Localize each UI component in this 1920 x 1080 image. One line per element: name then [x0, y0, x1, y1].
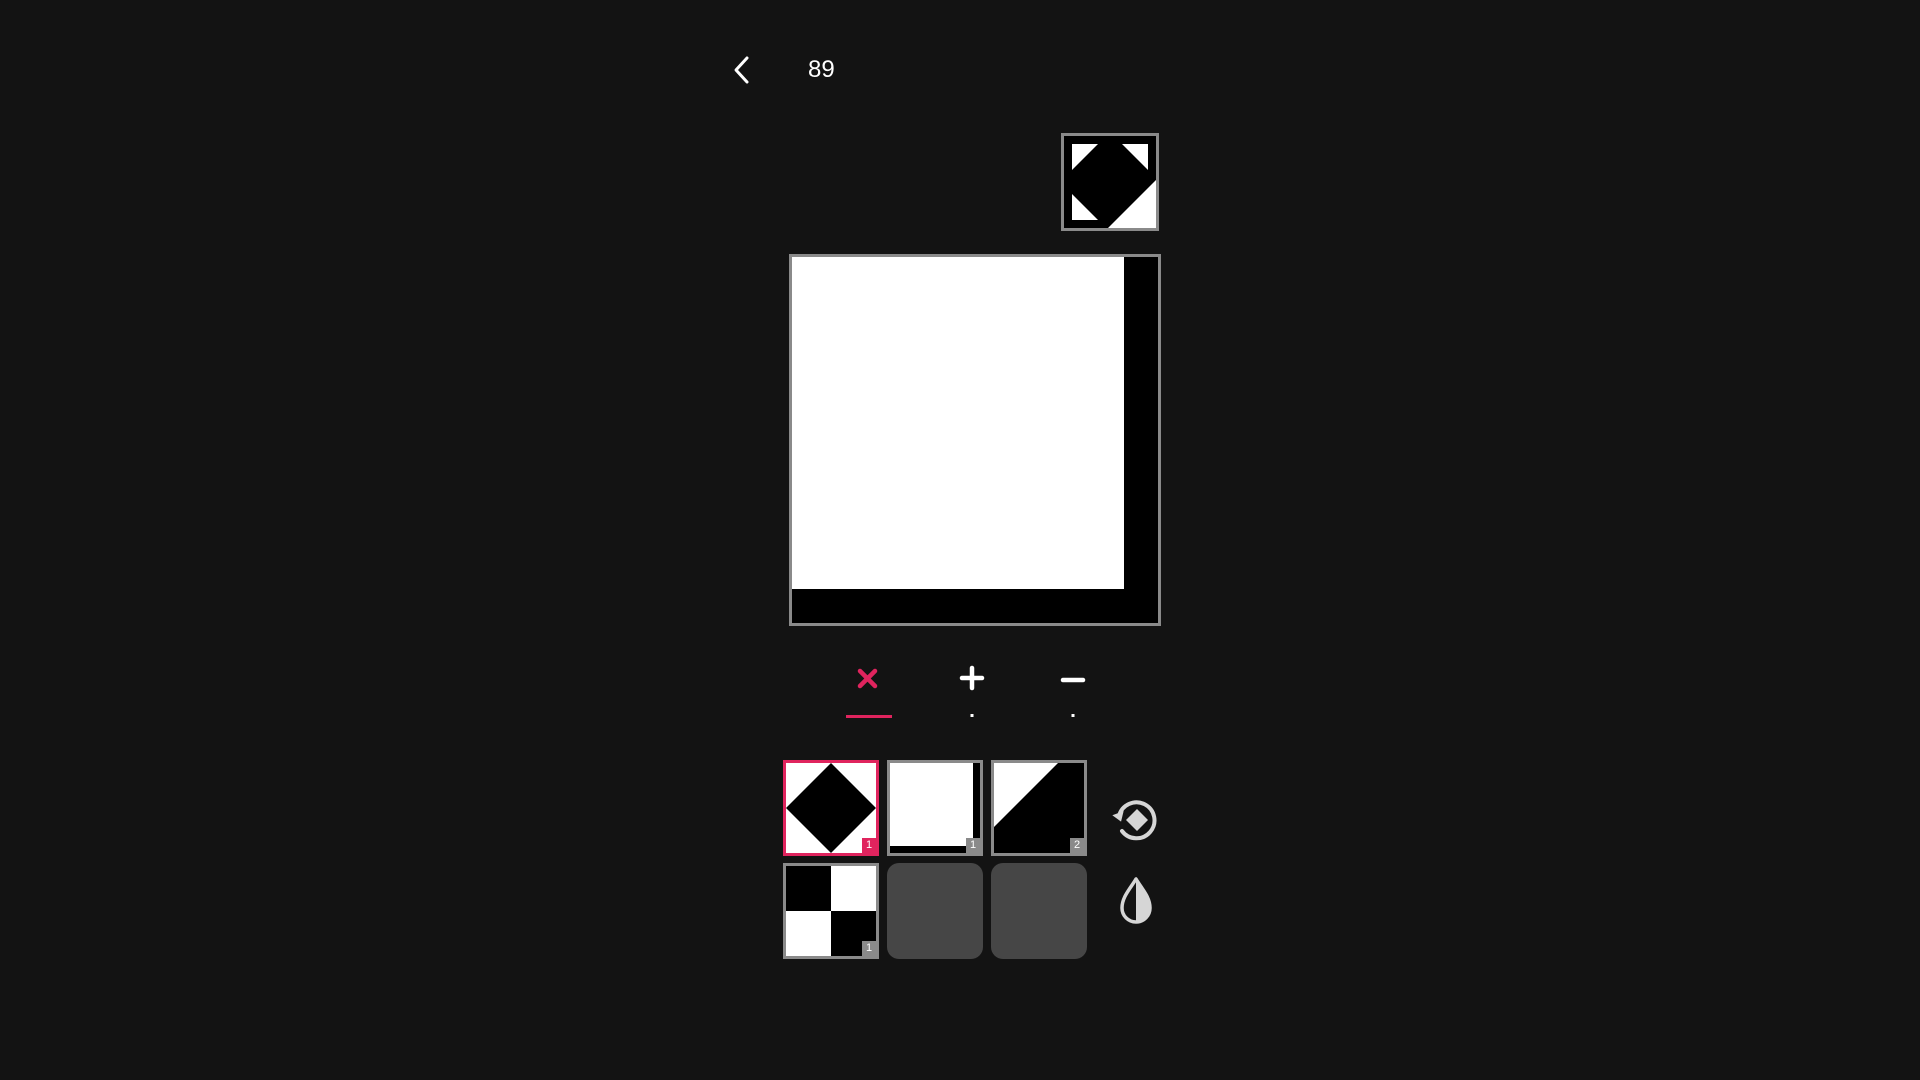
- tile-checker[interactable]: 1: [783, 863, 879, 959]
- tile-diamond[interactable]: 1: [783, 760, 879, 856]
- tile-count-badge: 2: [1070, 838, 1084, 853]
- mode-plus-button[interactable]: [942, 658, 1002, 718]
- rotate-button[interactable]: [1108, 792, 1164, 848]
- tile-white-edges[interactable]: 1: [887, 760, 983, 856]
- canvas-white-area: [792, 257, 1124, 589]
- droplet-icon: [1120, 877, 1152, 924]
- x-icon: [857, 668, 878, 689]
- rotate-icon: [1112, 800, 1157, 841]
- chevron-left-icon: [734, 56, 749, 84]
- target-preview: [1061, 133, 1159, 231]
- mode-minus-button[interactable]: [1043, 658, 1103, 718]
- mode-dot: [1071, 714, 1075, 717]
- tile-diagonal[interactable]: 2: [991, 760, 1087, 856]
- tile-count-badge: 1: [862, 838, 876, 853]
- tile-count-badge: 1: [966, 838, 980, 853]
- plus-icon: [959, 665, 985, 691]
- tile-count-badge: 1: [862, 941, 876, 956]
- tile-empty-slot: [991, 863, 1087, 959]
- invert-button[interactable]: [1108, 875, 1164, 931]
- mode-dot: [970, 714, 974, 717]
- tile-empty-slot: [887, 863, 983, 959]
- target-pattern: [1064, 136, 1156, 228]
- mode-cross-button[interactable]: [839, 658, 899, 718]
- level-number: 89: [808, 56, 835, 83]
- main-canvas[interactable]: [789, 254, 1161, 626]
- active-mode-underline: [846, 715, 892, 718]
- minus-icon: [1060, 677, 1086, 683]
- back-button[interactable]: [722, 50, 762, 90]
